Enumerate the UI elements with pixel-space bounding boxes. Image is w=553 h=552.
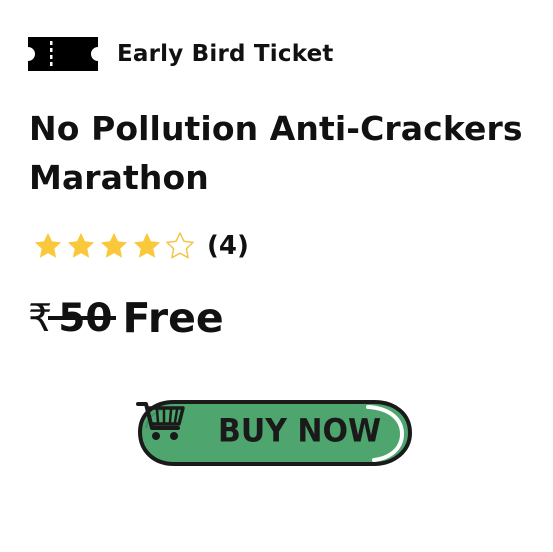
star-filled-icon [65, 230, 98, 262]
event-title: No Pollution Anti-Crackers Marathon [29, 109, 523, 197]
rating: (4) [32, 228, 249, 264]
rating-count: (4) [207, 231, 249, 261]
buy-now-label: BUY NOW [218, 412, 382, 451]
buy-now-button[interactable]: BUY NOW [136, 398, 414, 470]
star-filled-icon [98, 230, 131, 262]
price: ₹ 50 Free [28, 290, 224, 346]
ticket-icon [28, 37, 98, 71]
shopping-cart-icon [136, 402, 185, 440]
ticket-type-row: Early Bird Ticket [28, 36, 334, 72]
star-filled-icon [131, 230, 164, 262]
current-price: Free [122, 293, 224, 342]
star-filled-icon [32, 230, 65, 262]
star-rating [32, 230, 197, 262]
ticket-type-label: Early Bird Ticket [117, 41, 334, 67]
original-price: 50 [48, 295, 117, 341]
star-empty-icon [164, 230, 197, 262]
